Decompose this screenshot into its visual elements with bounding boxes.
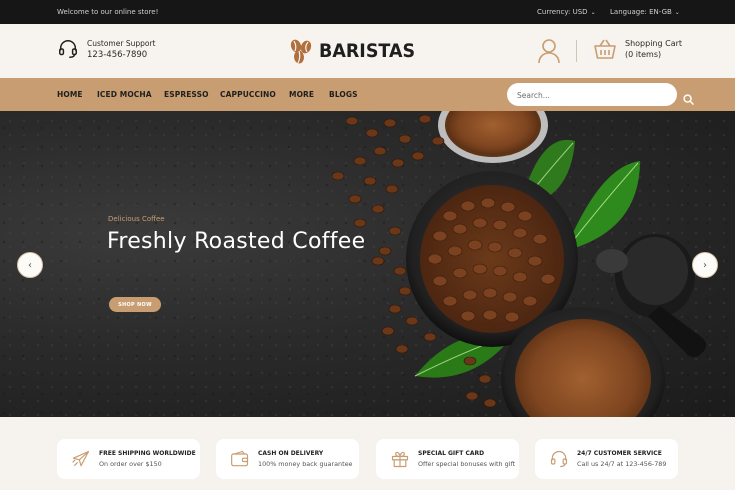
feature-card-gift: SPECIAL GIFT CARD Offer special bonuses … bbox=[376, 439, 519, 479]
cart-count: (0 items) bbox=[625, 50, 662, 59]
top-bar: Welcome to our online store! Currency: U… bbox=[0, 0, 735, 24]
feature-card-service: 24/7 CUSTOMER SERVICE Call us 24/7 at 12… bbox=[535, 439, 678, 479]
hero-eyebrow: Delicious Coffee bbox=[108, 215, 165, 223]
coffee-beans-logo-icon bbox=[290, 39, 312, 64]
plane-icon bbox=[72, 450, 90, 467]
nav-item-blogs[interactable]: BLOGS bbox=[329, 90, 358, 99]
shop-now-button[interactable]: SHOP NOW bbox=[109, 297, 161, 312]
search-button[interactable] bbox=[683, 90, 694, 109]
search-box bbox=[507, 83, 677, 107]
customer-support[interactable]: Customer Support 123-456-7890 bbox=[57, 38, 155, 60]
support-phone[interactable]: 123-456-7890 bbox=[87, 50, 155, 60]
header-divider bbox=[576, 40, 577, 62]
feature-subtitle: 100% money back guarantee bbox=[258, 460, 353, 468]
language-label: Language: EN-GB bbox=[610, 8, 672, 16]
chevron-down-icon: ⌄ bbox=[674, 9, 680, 16]
cart-label: Shopping Cart bbox=[625, 39, 683, 48]
coffee-hero-image bbox=[331, 111, 707, 417]
hero-title: Freshly Roasted Coffee bbox=[107, 229, 366, 254]
feature-subtitle: On order over $150 bbox=[99, 460, 162, 468]
currency-label: Currency: USD bbox=[537, 8, 588, 16]
welcome-message: Welcome to our online store! bbox=[57, 8, 159, 16]
hero-slider: Delicious Coffee Freshly Roasted Coffee … bbox=[0, 111, 735, 417]
chevron-down-icon: ⌄ bbox=[590, 9, 596, 16]
currency-selector[interactable]: Currency: USD ⌄ bbox=[537, 8, 596, 16]
gift-icon bbox=[391, 451, 409, 468]
slider-prev-button[interactable]: ‹ bbox=[17, 252, 43, 278]
feature-subtitle: Offer special bonuses with gift bbox=[418, 460, 516, 468]
chevron-right-icon: › bbox=[703, 259, 707, 271]
logo-text: BARISTAS bbox=[319, 40, 416, 62]
feature-title: CASH ON DELIVERY bbox=[258, 450, 324, 457]
nav-item-espresso[interactable]: ESPRESSO bbox=[164, 90, 209, 99]
wallet-icon bbox=[231, 450, 249, 467]
nav-item-iced-mocha[interactable]: ICED MOCHA bbox=[97, 90, 152, 99]
headset-icon bbox=[59, 40, 77, 58]
feature-title: FREE SHIPPING WORLDWIDE bbox=[99, 450, 196, 457]
search-input[interactable] bbox=[507, 84, 657, 107]
main-navigation: HOME ICED MOCHA ESPRESSO CAPPUCCINO MORE… bbox=[0, 78, 735, 111]
account-button[interactable] bbox=[537, 38, 561, 68]
feature-title: SPECIAL GIFT CARD bbox=[418, 450, 485, 457]
shopping-cart-button[interactable]: Shopping Cart (0 items) bbox=[593, 38, 682, 60]
feature-title: 24/7 CUSTOMER SERVICE bbox=[577, 450, 662, 457]
search-icon bbox=[683, 94, 694, 105]
site-logo[interactable]: BARISTAS bbox=[287, 37, 423, 65]
headset-icon bbox=[550, 450, 568, 468]
language-selector[interactable]: Language: EN-GB ⌄ bbox=[610, 8, 680, 16]
user-icon bbox=[538, 39, 560, 64]
slider-next-button[interactable]: › bbox=[692, 252, 718, 278]
site-header: Customer Support 123-456-7890 BARISTAS S… bbox=[0, 24, 735, 78]
feature-card-cod: CASH ON DELIVERY 100% money back guarant… bbox=[216, 439, 359, 479]
feature-card-shipping: FREE SHIPPING WORLDWIDE On order over $1… bbox=[57, 439, 200, 479]
chevron-left-icon: ‹ bbox=[28, 259, 32, 271]
feature-strip: FREE SHIPPING WORLDWIDE On order over $1… bbox=[0, 417, 735, 490]
feature-subtitle: Call us 24/7 at 123-456-789 bbox=[577, 460, 667, 468]
nav-item-cappuccino[interactable]: CAPPUCCINO bbox=[220, 90, 276, 99]
support-label: Customer Support bbox=[87, 38, 156, 48]
nav-item-home[interactable]: HOME bbox=[57, 90, 83, 99]
nav-item-more[interactable]: MORE bbox=[289, 90, 314, 99]
basket-icon bbox=[594, 39, 616, 59]
